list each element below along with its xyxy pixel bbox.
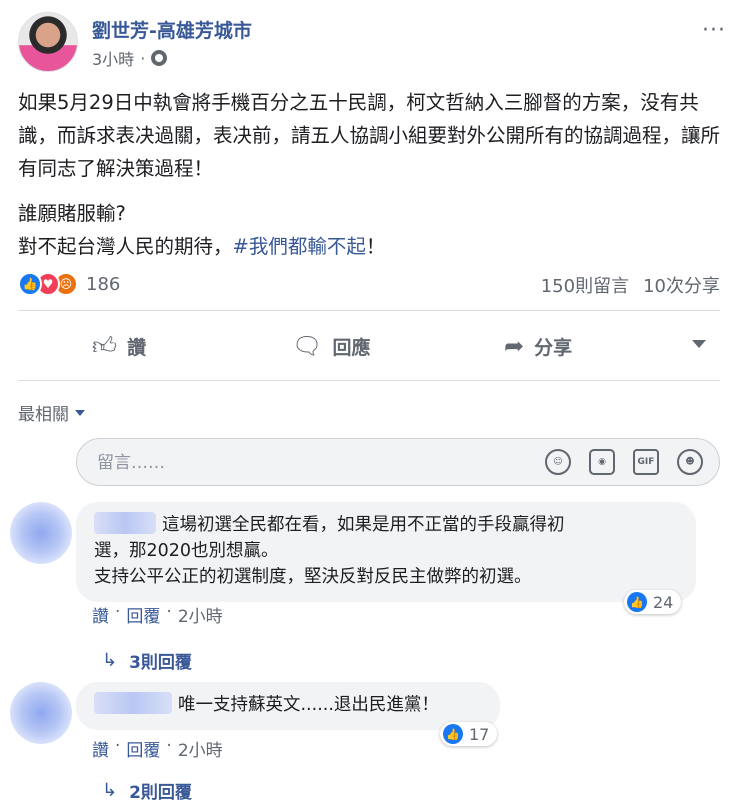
comment-like-badge[interactable]: 👍 24: [624, 590, 682, 614]
emoji-icon[interactable]: ☺: [545, 449, 571, 475]
post-line-3-prefix: 對不起台灣人民的期待，: [18, 235, 233, 258]
share-count-link[interactable]: 10次分享: [643, 272, 720, 298]
comment-bubble: 這場初選全民都在看，如果是用不正當的手段贏得初 選，那2020也別想贏。 支持公…: [76, 502, 696, 602]
post-header: 劉世芳-高雄芳城市 3小時 · ···: [18, 12, 728, 76]
like-reaction-icon: 👍: [18, 272, 42, 296]
reaction-count: 186: [86, 273, 121, 295]
comment-time[interactable]: 2小時: [178, 602, 223, 627]
reaction-summary[interactable]: 👍 ♥ ☹ 186: [18, 272, 120, 296]
comment-button[interactable]: 🗨︎ 回應: [292, 332, 370, 360]
comment-like-badge[interactable]: 👍 17: [440, 722, 498, 746]
commenter-avatar[interactable]: [10, 682, 72, 744]
share-button[interactable]: ➦ 分享: [504, 332, 572, 360]
sort-label: 最相關: [18, 405, 69, 425]
comment-sort-dropdown[interactable]: 最相關: [18, 400, 85, 425]
commenter-avatar[interactable]: [10, 502, 72, 564]
separator: ·: [166, 602, 172, 622]
camera-icon[interactable]: ◉: [589, 449, 615, 475]
post-stats: 👍 ♥ ☹ 186 150則留言 10次分享: [18, 268, 720, 300]
comment-bubble: 唯一支持蘇英文......退出民進黨！: [76, 682, 500, 730]
stats-right: 150則留言 10次分享: [541, 272, 720, 298]
comment-item: 這場初選全民都在看，如果是用不正當的手段贏得初 選，那2020也別想贏。 支持公…: [10, 502, 730, 673]
comment-text-line: 這場初選全民都在看，如果是用不正當的手段贏得初: [94, 512, 676, 538]
comment-reply-link[interactable]: 回覆: [126, 736, 160, 761]
comment-text-2: 選，那2020也別想贏。: [94, 541, 279, 561]
post-time[interactable]: 3小時: [92, 46, 134, 70]
like-reaction-icon: 👍: [443, 724, 463, 744]
reply-arrow-icon: ↳: [102, 780, 118, 801]
comment-reply-link[interactable]: 回覆: [126, 602, 160, 627]
caret-down-icon: [75, 409, 85, 416]
sticker-icon[interactable]: ☻: [677, 449, 703, 475]
like-button[interactable]: 👍︎ 讚: [92, 332, 146, 361]
post-paragraph-2: 誰願賭服輸? 對不起台灣人民的期待，#我們都輸不起！: [18, 197, 722, 263]
comment-time[interactable]: 2小時: [178, 736, 223, 761]
like-label: 讚: [127, 337, 147, 359]
share-label: 分享: [534, 336, 573, 359]
share-arrow-icon: ➦: [504, 332, 525, 360]
view-replies-link[interactable]: ↳ 2則回覆: [102, 778, 192, 803]
chevron-down-icon[interactable]: [692, 340, 706, 348]
thumbs-up-icon: 👍︎: [92, 332, 118, 360]
author-name[interactable]: 劉世芳-高雄芳城市: [92, 16, 252, 43]
comment-like-link[interactable]: 讚: [92, 602, 109, 627]
comment-like-count: 17: [469, 724, 490, 744]
replies-count: 3則回覆: [129, 653, 192, 673]
globe-icon[interactable]: [151, 50, 168, 66]
post-meta: 3小時 ·: [92, 46, 168, 70]
commenter-name-blurred[interactable]: [94, 692, 172, 714]
separator: ·: [115, 736, 121, 756]
comment-count-link[interactable]: 150則留言: [541, 272, 629, 298]
reply-arrow-icon: ↳: [102, 650, 118, 671]
action-bar: 👍︎ 讚 🗨︎ 回應 ➦ 分享: [18, 322, 720, 374]
divider: [18, 310, 720, 311]
comment-actions: 讚 · 回覆 · 2小時: [92, 602, 223, 627]
commenter-name-blurred[interactable]: [94, 512, 156, 534]
post-line-2: 誰願賭服輸?: [18, 202, 126, 225]
comment-actions: 讚 · 回覆 · 2小時: [92, 736, 223, 761]
divider: [18, 380, 720, 381]
comment-composer: ☺ ◉ GIF ☻: [76, 438, 720, 486]
comment-label: 回應: [332, 336, 371, 359]
comment-text-1: 唯一支持蘇英文......退出民進黨！: [178, 695, 439, 715]
comment-item: 唯一支持蘇英文......退出民進黨！ 👍 17 讚 · 回覆 · 2小時 ↳ …: [10, 682, 730, 804]
comment-like-count: 24: [653, 592, 674, 612]
composer-icons: ☺ ◉ GIF ☻: [545, 449, 703, 475]
comment-text-3: 支持公平公正的初選制度，堅決反對反民主做弊的初選。: [94, 567, 532, 587]
separator: ·: [166, 736, 172, 756]
comment-text-1: 這場初選全民都在看，如果是用不正當的手段贏得初: [162, 515, 565, 535]
comment-bubble-icon: 🗨︎: [292, 332, 323, 360]
separator: ·: [115, 602, 121, 622]
replies-count: 2則回覆: [129, 783, 192, 803]
post-body: 如果5月29日中執會將手機百分之五十民調，柯文哲納入三腳督的方案，没有共識，而訴…: [18, 86, 722, 275]
post-paragraph-1: 如果5月29日中執會將手機百分之五十民調，柯文哲納入三腳督的方案，没有共識，而訴…: [18, 91, 721, 180]
view-replies-link[interactable]: ↳ 3則回覆: [102, 648, 192, 673]
more-options-button[interactable]: ···: [702, 18, 726, 43]
hashtag-link[interactable]: #我們都輸不起: [233, 235, 366, 258]
comment-input[interactable]: [97, 451, 517, 475]
author-avatar[interactable]: [18, 12, 78, 72]
like-reaction-icon: 👍: [627, 592, 647, 612]
post-line-3-suffix: ！: [365, 235, 386, 258]
comment-like-link[interactable]: 讚: [92, 736, 109, 761]
comment-text-line: 唯一支持蘇英文......退出民進黨！: [94, 692, 480, 718]
gif-icon[interactable]: GIF: [633, 449, 659, 475]
meta-separator: ·: [140, 48, 146, 68]
